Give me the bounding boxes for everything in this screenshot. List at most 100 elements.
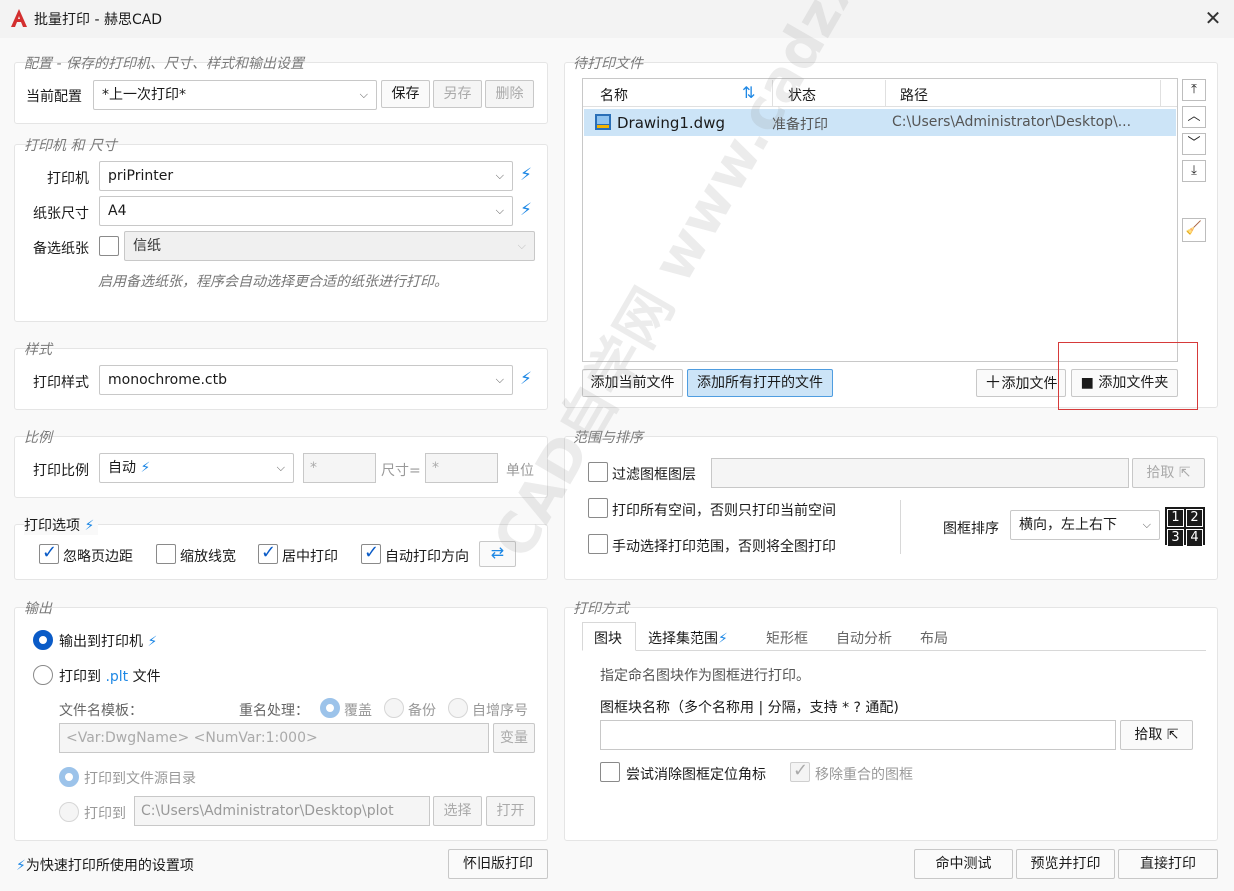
pick-icon: ⇱ bbox=[1166, 727, 1179, 743]
overwrite-radio[interactable] bbox=[320, 698, 340, 718]
remove-overlap-checkbox[interactable] bbox=[790, 760, 810, 782]
manual-range-label: 手动选择打印范围，否则将全图打印 bbox=[612, 539, 836, 555]
select-path-button[interactable]: 选择 bbox=[433, 796, 482, 826]
plot-scale-select[interactable]: 自动 ⚡ ⌵ bbox=[99, 453, 294, 483]
title-bar bbox=[0, 0, 1234, 38]
save-as-button[interactable]: 另存 bbox=[433, 80, 482, 108]
output-group-title: 输出 bbox=[24, 601, 52, 617]
source-dir-radio[interactable] bbox=[59, 767, 79, 787]
plot-style-value: monochrome.ctb bbox=[108, 372, 227, 388]
ignore-margin-checkbox[interactable] bbox=[39, 542, 59, 564]
alt-paper-checkbox[interactable] bbox=[99, 236, 119, 256]
config-group-title: 配置 - 保存的打印机、尺寸、样式和输出设置 bbox=[24, 56, 304, 72]
add-all-open-files-button[interactable]: 添加所有打开的文件 bbox=[687, 369, 833, 397]
tab-auto-analysis[interactable]: 自动分析 bbox=[836, 628, 892, 648]
output-printer-label: 输出到打印机 ⚡ bbox=[59, 634, 158, 650]
sort-order-select[interactable]: 横向，左上右下 ⌵ bbox=[1010, 510, 1160, 540]
plot-style-select[interactable]: monochrome.ctb ⌵ bbox=[99, 365, 513, 395]
close-icon[interactable]: ✕ bbox=[1196, 2, 1230, 34]
autonum-radio[interactable] bbox=[448, 698, 468, 718]
filter-layer-checkbox[interactable] bbox=[588, 462, 608, 482]
move-down-icon[interactable]: ﹀ bbox=[1182, 133, 1206, 155]
lightning-icon: ⚡ bbox=[520, 165, 532, 185]
output-path-input[interactable]: C:\Users\Administrator\Desktop\plot bbox=[134, 796, 430, 826]
app-logo-icon bbox=[11, 9, 27, 27]
printer-select[interactable]: priPrinter ⌵ bbox=[99, 161, 513, 191]
size-input[interactable]: * bbox=[425, 453, 498, 483]
clear-list-icon[interactable]: 🧹 bbox=[1182, 218, 1206, 242]
move-bottom-icon[interactable]: ⤓ bbox=[1182, 160, 1206, 182]
scale-lineweight-checkbox[interactable] bbox=[156, 544, 176, 564]
column-status[interactable]: 状态 bbox=[788, 85, 816, 105]
printer-group-title: 打印机 和 尺寸 bbox=[24, 138, 117, 154]
backup-radio[interactable] bbox=[384, 698, 404, 718]
add-current-file-button[interactable]: 添加当前文件 bbox=[582, 369, 683, 397]
template-label: 文件名模板： bbox=[59, 703, 143, 719]
open-path-button[interactable]: 打开 bbox=[486, 796, 535, 826]
move-top-icon[interactable]: ⤒ bbox=[1182, 79, 1206, 101]
tab-strip-line bbox=[582, 650, 1206, 651]
pick-block-button[interactable]: 拾取 ⇱ bbox=[1120, 720, 1193, 750]
source-dir-label: 打印到文件源目录 bbox=[84, 771, 196, 787]
scale-group-title: 比例 bbox=[24, 430, 52, 446]
auto-orient-checkbox[interactable] bbox=[361, 542, 381, 564]
tab-block[interactable]: 图块 bbox=[594, 628, 622, 648]
add-file-button[interactable]: ＋添加文件 bbox=[976, 369, 1066, 397]
remove-corner-checkbox[interactable] bbox=[600, 762, 620, 782]
preview-print-button[interactable]: 预览并打印 bbox=[1016, 849, 1115, 879]
add-file-label: 添加文件 bbox=[1001, 376, 1058, 392]
current-config-label: 当前配置 bbox=[26, 89, 82, 105]
print-to-radio[interactable] bbox=[59, 802, 79, 822]
overwrite-label: 覆盖 bbox=[344, 703, 372, 719]
file-status-cell: 准备打印 bbox=[772, 117, 828, 133]
autonum-label: 自增序号 bbox=[472, 703, 528, 719]
quick-print-note: ⚡为快速打印所使用的设置项 bbox=[16, 858, 194, 874]
column-divider bbox=[885, 80, 886, 106]
range-divider bbox=[900, 500, 901, 554]
file-list-header bbox=[583, 79, 1177, 107]
center-plot-checkbox[interactable] bbox=[258, 542, 278, 564]
alt-paper-select[interactable]: 信纸 ⌵ bbox=[124, 231, 535, 261]
size-label: 尺寸= bbox=[381, 463, 421, 479]
printer-label: 打印机 bbox=[47, 171, 89, 187]
move-up-icon[interactable]: ︿ bbox=[1182, 106, 1206, 128]
paper-size-select[interactable]: A4 ⌵ bbox=[99, 196, 513, 226]
tab-rectangle[interactable]: 矩形框 bbox=[766, 628, 808, 648]
output-printer-radio[interactable] bbox=[33, 630, 53, 650]
tab-layout[interactable]: 布局 bbox=[920, 628, 948, 648]
variable-button[interactable]: 变量 bbox=[493, 723, 535, 753]
column-name[interactable]: 名称 bbox=[600, 85, 628, 105]
direct-print-button[interactable]: 直接打印 bbox=[1118, 849, 1218, 879]
hit-test-button[interactable]: 命中测试 bbox=[914, 849, 1013, 879]
pick-layer-button[interactable]: 拾取 ⇱ bbox=[1132, 458, 1205, 488]
column-path[interactable]: 路径 bbox=[900, 85, 928, 105]
all-space-checkbox[interactable] bbox=[588, 498, 608, 518]
method-description: 指定命名图块作为图框进行打印。 bbox=[600, 668, 810, 684]
filter-layer-input[interactable] bbox=[711, 458, 1129, 488]
block-name-input[interactable] bbox=[600, 720, 1116, 750]
sort-label: 图框排序 bbox=[943, 521, 999, 537]
annotation-box bbox=[1058, 342, 1198, 410]
rotate-icon[interactable]: ⇄ bbox=[479, 541, 516, 567]
legacy-print-button[interactable]: 怀旧版打印 bbox=[448, 849, 548, 879]
lightning-icon: ⚡ bbox=[520, 369, 532, 389]
ignore-margin-label: 忽略页边距 bbox=[63, 549, 133, 565]
plot-style-label: 打印样式 bbox=[33, 375, 89, 391]
paper-size-value: A4 bbox=[108, 203, 127, 219]
style-group-title: 样式 bbox=[24, 342, 52, 358]
scale-input[interactable]: * bbox=[303, 453, 376, 483]
output-plt-radio[interactable] bbox=[33, 665, 53, 685]
chevron-down-icon: ⌵ bbox=[276, 461, 285, 474]
files-group-title: 待打印文件 bbox=[573, 56, 643, 72]
sort-icon[interactable]: ⇅ bbox=[742, 83, 755, 102]
lightning-icon: ⚡ bbox=[718, 631, 728, 647]
scale-lineweight-label: 缩放线宽 bbox=[180, 549, 236, 565]
filename-template-input[interactable]: <Var:DwgName> <NumVar:1:000> bbox=[59, 723, 489, 753]
manual-range-checkbox[interactable] bbox=[588, 534, 608, 554]
delete-config-button[interactable]: 删除 bbox=[485, 80, 534, 108]
tab-selection-set[interactable]: 选择集范围⚡ bbox=[648, 628, 728, 648]
sort-order-icon: 1 2 3 4 bbox=[1165, 507, 1205, 547]
current-config-select[interactable]: *上一次打印* ⌵ bbox=[93, 80, 377, 110]
sort-order-value: 横向，左上右下 bbox=[1019, 517, 1117, 533]
save-config-button[interactable]: 保存 bbox=[381, 80, 430, 108]
